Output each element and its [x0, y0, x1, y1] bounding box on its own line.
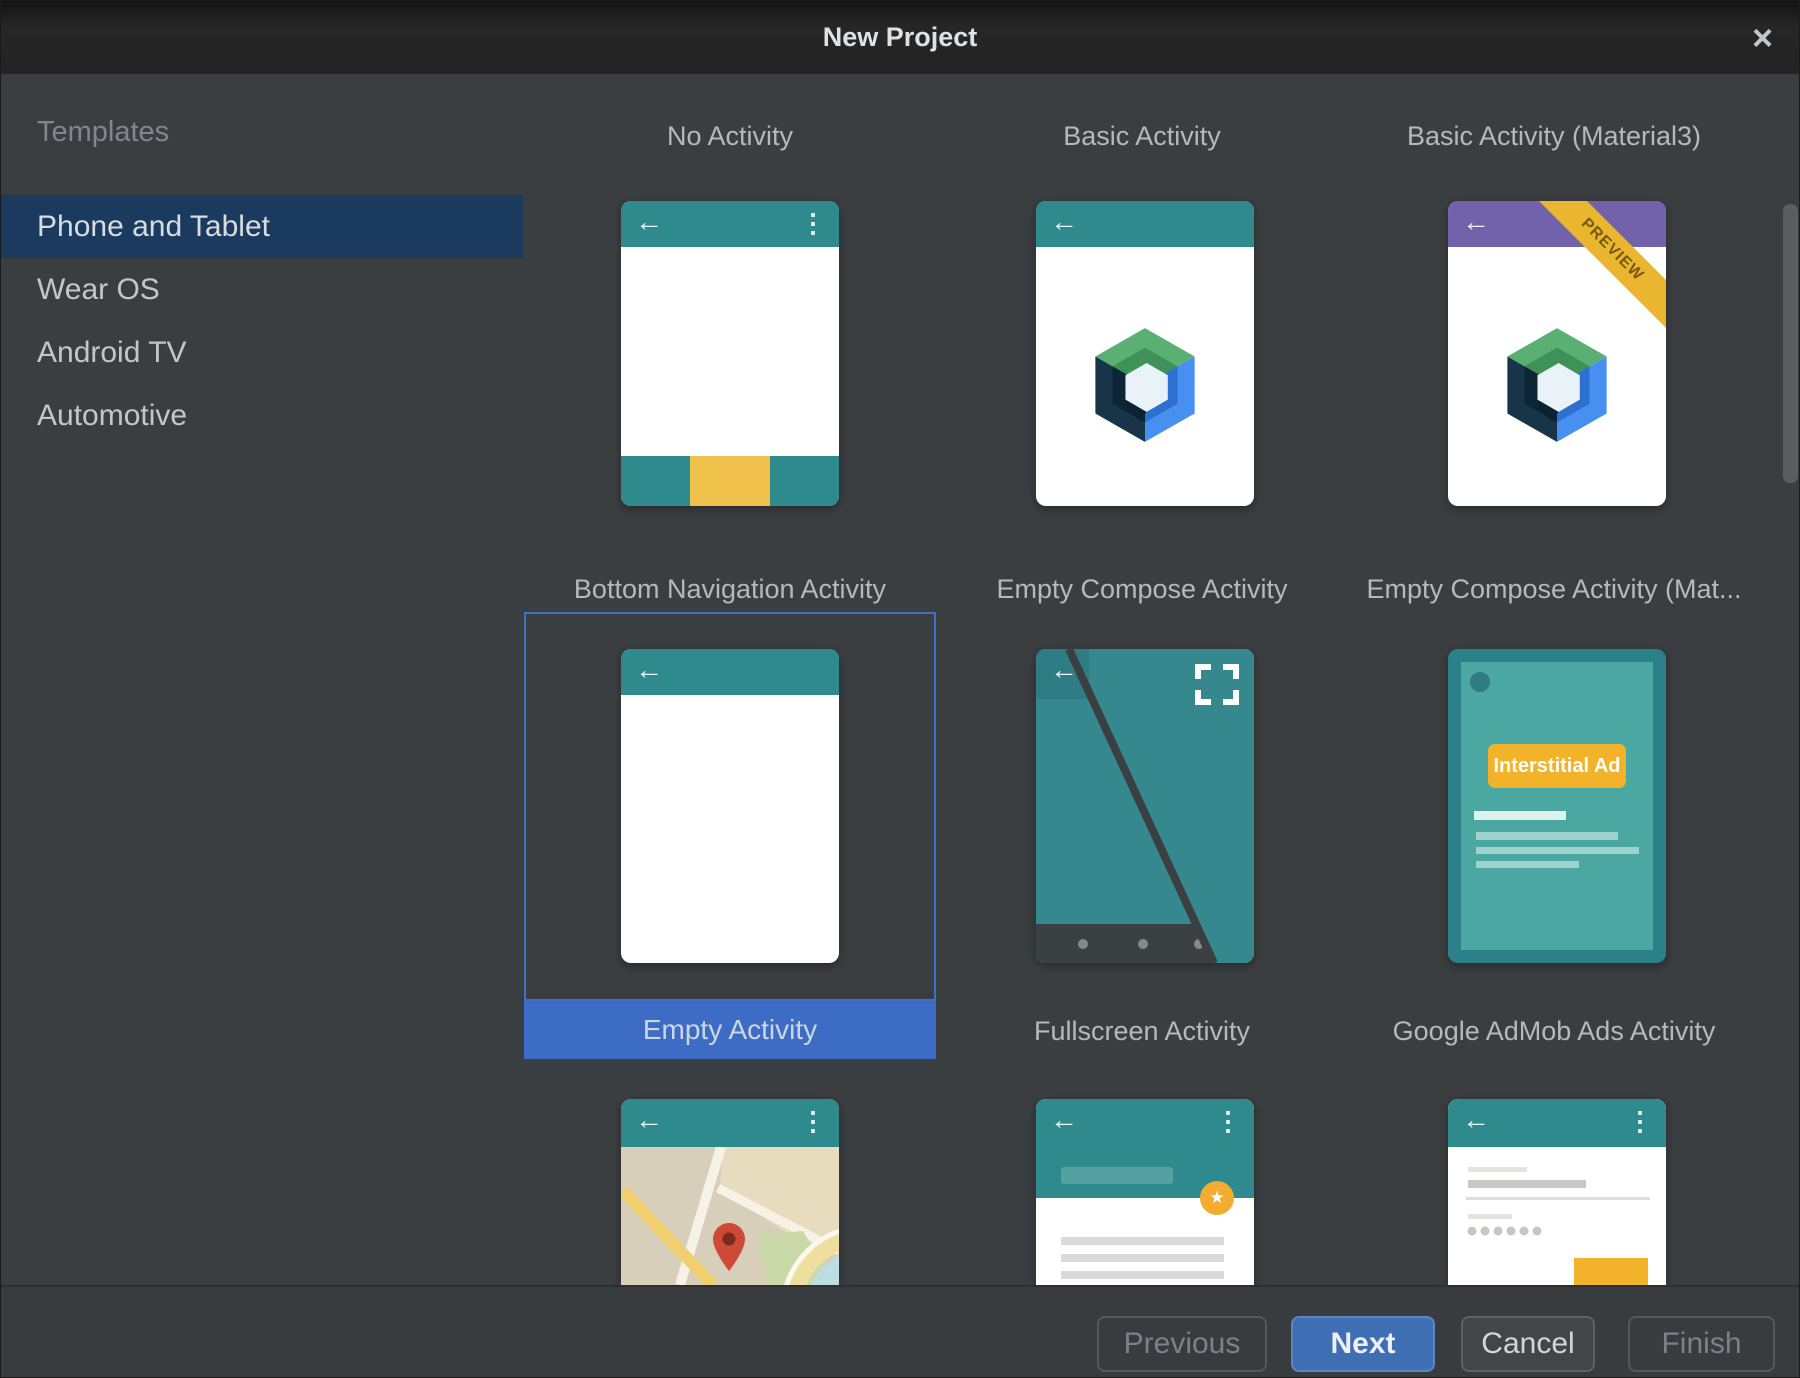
- selected-template-label-empty-activity[interactable]: Empty Activity: [524, 1001, 936, 1059]
- back-arrow-icon: ←: [635, 1106, 663, 1134]
- template-card-google-maps-activity[interactable]: ← ⋮: [621, 1099, 839, 1285]
- fullscreen-thumb-art: [1036, 649, 1254, 963]
- template-label-empty-compose-activity-material3[interactable]: Empty Compose Activity (Mat...: [1348, 572, 1760, 606]
- new-project-dialog: New Project × Templates Phone and Tablet…: [0, 0, 1800, 1378]
- bottom-nav-action: [690, 456, 770, 506]
- cancel-button[interactable]: Cancel: [1461, 1316, 1595, 1372]
- star-fab-icon: ★: [1200, 1181, 1234, 1215]
- back-arrow-icon: ←: [1050, 656, 1078, 684]
- template-label-basic-activity[interactable]: Basic Activity: [936, 119, 1348, 153]
- bottom-nav-bar: [621, 456, 839, 506]
- template-card-basic-views-activity[interactable]: ← ⋮ ★: [1036, 1099, 1254, 1285]
- template-card-empty-compose-activity[interactable]: ←: [1036, 201, 1254, 506]
- back-arrow-icon: ←: [635, 656, 663, 684]
- title-bar: New Project ×: [1, 1, 1799, 74]
- template-card-login-activity[interactable]: ← ⋮: [1448, 1099, 1666, 1285]
- template-label-fullscreen-activity[interactable]: Fullscreen Activity: [936, 1014, 1348, 1048]
- back-arrow-icon: ←: [1050, 208, 1078, 236]
- next-button[interactable]: Next: [1291, 1316, 1435, 1372]
- templates-header: Templates: [37, 116, 169, 149]
- interstitial-ad-badge: Interstitial Ad: [1488, 744, 1626, 788]
- overflow-menu-icon: ⋮: [1627, 1108, 1653, 1134]
- template-label-no-activity[interactable]: No Activity: [524, 119, 936, 153]
- template-card-bottom-navigation-activity[interactable]: ← ⋮: [621, 201, 839, 506]
- sidebar-item-android-tv[interactable]: Android TV: [1, 321, 523, 384]
- jetpack-compose-logo-icon: [1084, 319, 1206, 451]
- vertical-scrollbar-thumb[interactable]: [1783, 204, 1798, 483]
- template-card-empty-compose-activity-material3[interactable]: ← PREVIEW: [1448, 201, 1666, 506]
- template-card-google-admob-ads-activity[interactable]: Interstitial Ad: [1448, 649, 1666, 963]
- template-card-empty-activity[interactable]: ←: [621, 649, 839, 963]
- sidebar-item-wear-os[interactable]: Wear OS: [1, 258, 523, 321]
- admob-thumb-art: [1448, 649, 1666, 963]
- close-icon[interactable]: ×: [1752, 20, 1773, 56]
- previous-button[interactable]: Previous: [1097, 1316, 1267, 1372]
- jetpack-compose-logo-icon: [1496, 319, 1618, 451]
- dialog-footer: Previous Next Cancel Finish: [1, 1285, 1799, 1378]
- sidebar-item-phone-and-tablet[interactable]: Phone and Tablet: [1, 195, 523, 258]
- template-label-empty-compose-activity[interactable]: Empty Compose Activity: [936, 572, 1348, 606]
- finish-button[interactable]: Finish: [1628, 1316, 1775, 1372]
- sidebar-item-automotive[interactable]: Automotive: [1, 384, 523, 447]
- template-card-fullscreen-activity[interactable]: ←: [1036, 649, 1254, 963]
- back-arrow-icon: ←: [1462, 1106, 1490, 1134]
- template-label-google-admob-ads-activity[interactable]: Google AdMob Ads Activity: [1348, 1014, 1760, 1048]
- back-arrow-icon: ←: [1050, 1106, 1078, 1134]
- template-label-bottom-navigation-activity[interactable]: Bottom Navigation Activity: [524, 572, 936, 606]
- template-label-basic-activity-material3[interactable]: Basic Activity (Material3): [1348, 119, 1760, 153]
- overflow-menu-icon: ⋮: [800, 210, 826, 236]
- dialog-title: New Project: [1, 1, 1799, 74]
- back-arrow-icon: ←: [635, 208, 663, 236]
- overflow-menu-icon: ⋮: [1215, 1108, 1241, 1134]
- back-arrow-icon: ←: [1462, 208, 1490, 236]
- overflow-menu-icon: ⋮: [800, 1108, 826, 1134]
